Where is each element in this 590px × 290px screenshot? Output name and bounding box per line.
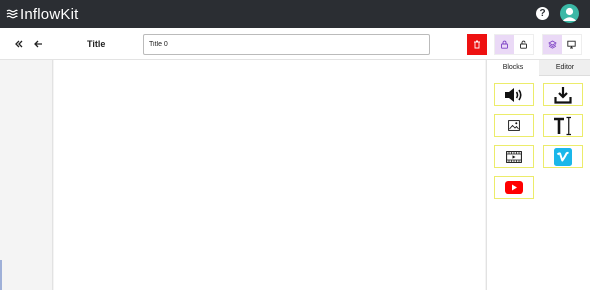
title-input[interactable] <box>143 34 430 55</box>
trash-icon <box>474 40 480 49</box>
brand-logo[interactable]: InflowKit <box>6 5 79 23</box>
desktop-button[interactable] <box>562 35 581 54</box>
user-icon <box>562 7 577 21</box>
vimeo-icon <box>554 147 572 166</box>
layers-icon <box>548 40 557 49</box>
view-toggle-group <box>542 34 582 55</box>
lock-toggle-group <box>494 34 534 55</box>
help-icon[interactable]: ? <box>536 7 549 20</box>
back-arrow-icon <box>34 40 42 48</box>
download-block[interactable] <box>543 83 583 106</box>
layers-button[interactable] <box>543 35 562 54</box>
brand-name: InflowKit <box>20 5 79 23</box>
speaker-icon <box>505 87 522 102</box>
unlock-icon <box>520 40 527 49</box>
youtube-icon <box>505 181 523 194</box>
unlock-button[interactable] <box>514 35 533 54</box>
youtube-block[interactable] <box>494 176 534 199</box>
image-block[interactable] <box>494 114 534 137</box>
blocks-grid <box>487 76 590 290</box>
film-icon <box>506 150 522 163</box>
vimeo-block[interactable] <box>543 145 583 168</box>
video-block[interactable] <box>494 145 534 168</box>
editor-canvas[interactable] <box>54 60 485 290</box>
collapse-button[interactable] <box>10 34 28 54</box>
flow-logo-icon <box>6 9 18 19</box>
title-label: Title <box>87 39 106 49</box>
download-icon <box>554 86 572 104</box>
scroll-edge-marker <box>0 260 2 290</box>
editor-toolbar: Title <box>0 28 590 60</box>
lock-icon <box>501 40 508 49</box>
panel-tabs: Blocks Editor <box>487 60 590 76</box>
text-cursor-icon <box>554 116 571 135</box>
delete-button[interactable] <box>467 34 487 55</box>
top-bar: InflowKit ? <box>0 0 590 28</box>
text-block[interactable] <box>543 114 583 137</box>
back-button[interactable] <box>29 34 47 54</box>
lock-button[interactable] <box>495 35 514 54</box>
left-sidebar <box>0 60 53 290</box>
tab-editor[interactable]: Editor <box>539 60 590 76</box>
blocks-panel: Blocks Editor <box>486 60 590 290</box>
desktop-icon <box>567 40 576 49</box>
audio-block[interactable] <box>494 83 534 106</box>
image-icon <box>508 120 520 131</box>
avatar[interactable] <box>560 4 579 23</box>
tab-blocks[interactable]: Blocks <box>487 60 539 76</box>
collapse-double-left-icon <box>15 40 23 48</box>
